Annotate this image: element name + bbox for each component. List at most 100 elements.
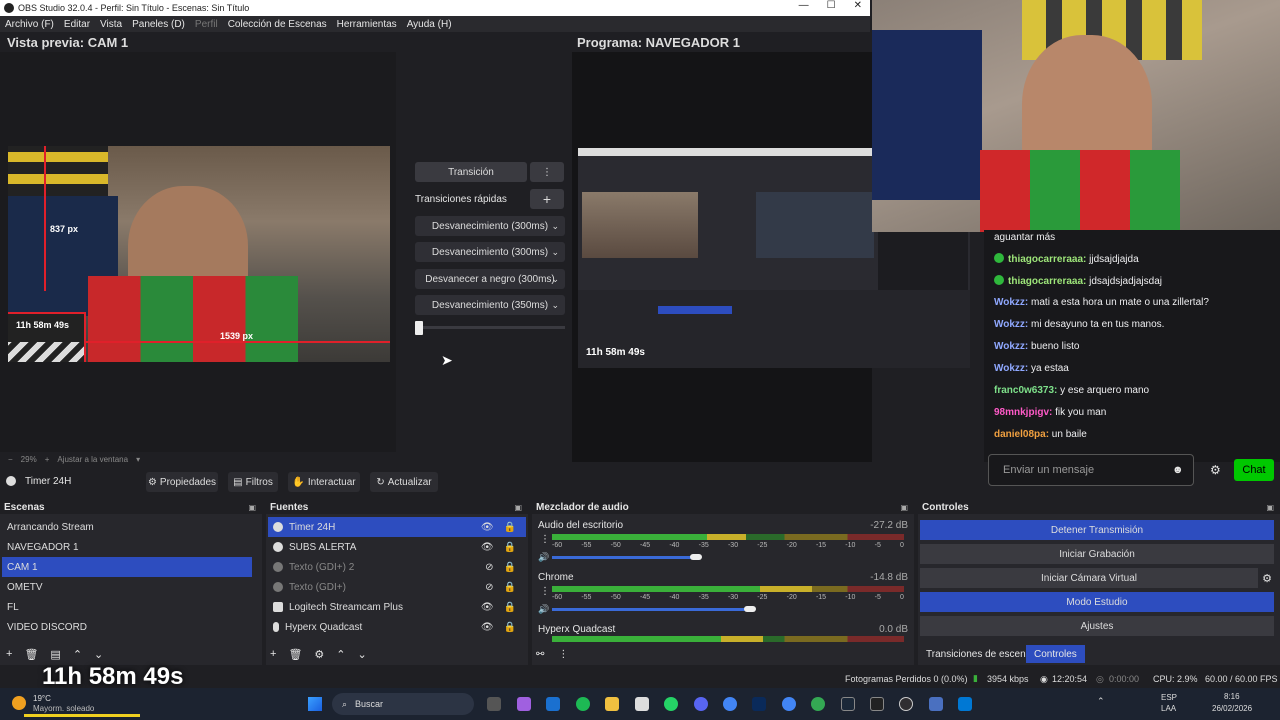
menu-ayuda[interactable]: Ayuda (H)	[407, 19, 452, 30]
zoom-out-button[interactable]: −	[8, 455, 13, 464]
lock-icon[interactable]: 🔒	[504, 582, 516, 593]
stop-stream-button[interactable]: Detener Transmisión	[920, 520, 1274, 540]
transition-menu-button[interactable]: ⋮	[530, 162, 564, 182]
menu-vista[interactable]: Vista	[100, 19, 122, 30]
source-item[interactable]: SUBS ALERTA 👁 🔒	[268, 537, 526, 557]
quick-transition-1[interactable]: Desvanecimiento (300ms) ⌄	[415, 216, 565, 236]
lock-icon[interactable]: 🔒	[504, 542, 516, 553]
settings-button[interactable]: Ajustes	[920, 616, 1274, 636]
copilot-icon[interactable]	[517, 697, 531, 711]
minimize-button[interactable]: —	[799, 0, 809, 11]
language-code[interactable]: ESP	[1161, 693, 1177, 702]
chrome-profile-2-icon[interactable]	[811, 697, 825, 711]
studio-mode-button[interactable]: Modo Estudio	[920, 592, 1274, 612]
menu-editar[interactable]: Editar	[64, 19, 90, 30]
interact-button[interactable]: ✋ Interactuar	[288, 472, 360, 492]
speaker-icon[interactable]: 🔊	[538, 552, 549, 563]
chat-send-button[interactable]: Chat	[1234, 459, 1274, 481]
eye-off-icon[interactable]: ⊘	[485, 582, 493, 593]
volume-slider[interactable]	[552, 608, 750, 611]
clock-date[interactable]: 26/02/2026	[1212, 704, 1252, 713]
chevron-up-icon[interactable]: ⌃	[73, 648, 82, 661]
add-transition-button[interactable]: +	[530, 189, 564, 209]
windows-start-icon[interactable]	[308, 697, 322, 711]
eye-icon[interactable]: 👁	[481, 602, 494, 613]
source-item[interactable]: Logitech Streamcam Plus 👁 🔒	[268, 597, 526, 617]
menu-coleccion[interactable]: Colección de Escenas	[228, 19, 327, 30]
task-view-icon[interactable]	[487, 697, 501, 711]
tab-scene-transitions[interactable]: Transiciones de escena	[922, 645, 1035, 663]
undock-icon[interactable]: ▣	[1266, 503, 1274, 512]
tbar-handle[interactable]	[415, 321, 423, 335]
gear-icon[interactable]: ⚙	[314, 648, 324, 661]
zoom-in-button[interactable]: +	[45, 455, 50, 464]
quick-transition-3[interactable]: Desvanecer a negro (300ms) ⌄	[415, 269, 565, 289]
spotify-icon[interactable]	[576, 697, 590, 711]
chevron-up-icon[interactable]: ⌃	[1097, 696, 1105, 707]
maximize-button[interactable]: ☐	[827, 0, 836, 11]
discord-icon[interactable]	[694, 697, 708, 711]
chat-username[interactable]: thiagocarreraaa:	[1008, 276, 1086, 287]
undock-icon[interactable]: ▣	[900, 503, 908, 512]
chat-username[interactable]: Wokzz:	[994, 341, 1028, 352]
chevron-down-icon[interactable]: ▾	[136, 455, 140, 464]
photoshop-icon[interactable]	[752, 697, 766, 711]
add-scene-icon[interactable]: +	[6, 648, 12, 661]
volume-slider-knob[interactable]	[744, 606, 756, 612]
obs-icon[interactable]	[899, 697, 913, 711]
chat-username[interactable]: Wokzz:	[994, 297, 1028, 308]
undock-icon[interactable]: ▣	[514, 503, 522, 512]
chevron-down-icon[interactable]: ⌄	[358, 648, 367, 661]
steam-icon[interactable]	[841, 697, 855, 711]
menu-herramientas[interactable]: Herramientas	[337, 19, 397, 30]
scene-item[interactable]: OMETV	[2, 577, 260, 597]
whatsapp-icon[interactable]	[664, 697, 678, 711]
lock-icon[interactable]: 🔒	[504, 562, 516, 573]
menu-paneles[interactable]: Paneles (D)	[132, 19, 185, 30]
properties-button[interactable]: ⚙ Propiedades	[146, 472, 218, 492]
source-item[interactable]: Texto (GDI+) ⊘ 🔒	[268, 577, 526, 597]
chat-username[interactable]: franc0w6373:	[994, 385, 1057, 396]
chevron-down-icon[interactable]: ⌄	[94, 648, 103, 661]
chat-username[interactable]: Wokzz:	[994, 319, 1028, 330]
preview-scene-image[interactable]: 837 px 1539 px 11h 58m 49s	[8, 146, 390, 362]
chrome-profile-icon[interactable]	[782, 697, 796, 711]
tbar-slider[interactable]	[415, 326, 565, 329]
eye-icon[interactable]: 👁	[481, 522, 494, 533]
trash-icon[interactable]: 🗑	[24, 648, 38, 661]
add-source-icon[interactable]: +	[270, 648, 276, 661]
lock-icon[interactable]: 🔒	[504, 622, 516, 633]
refresh-button[interactable]: ↻ Actualizar	[370, 472, 438, 492]
chat-username[interactable]: daniel08pa:	[994, 429, 1049, 440]
chat-username[interactable]: Wokzz:	[994, 363, 1028, 374]
folder-icon[interactable]	[605, 697, 619, 711]
quick-transition-4[interactable]: Desvanecimiento (350ms) ⌄	[415, 295, 565, 315]
clock-time[interactable]: 8:16	[1224, 692, 1240, 701]
scene-item[interactable]: Arrancando Stream	[2, 517, 260, 537]
chat-message-input[interactable]: Enviar un mensaje	[988, 454, 1194, 486]
menu-perfil[interactable]: Perfil	[195, 19, 218, 30]
lock-icon[interactable]: 🔒	[504, 602, 516, 613]
file-icon[interactable]	[635, 697, 649, 711]
link-icon[interactable]: ⚯	[536, 649, 544, 660]
filters-button[interactable]: ▤ Filtros	[228, 472, 278, 492]
eye-off-icon[interactable]: ⊘	[485, 562, 493, 573]
taskbar-search[interactable]: ⌕ Buscar	[332, 693, 474, 715]
scene-item[interactable]: FL	[2, 597, 260, 617]
close-button[interactable]: ✕	[854, 0, 862, 11]
source-item[interactable]: Hyperx Quadcast 👁 🔒	[268, 617, 526, 637]
emoji-icon[interactable]: ☻	[1172, 464, 1184, 476]
chat-username[interactable]: 98mnkjpigv:	[994, 407, 1052, 418]
filter-icon[interactable]: ▤	[50, 648, 60, 661]
more-vertical-icon[interactable]: ⋮	[540, 586, 550, 597]
transition-button[interactable]: Transición	[415, 162, 527, 182]
app-icon[interactable]	[958, 697, 972, 711]
menu-archivo[interactable]: Archivo (F)	[5, 19, 54, 30]
tab-controls[interactable]: Controles	[1026, 645, 1085, 663]
lock-icon[interactable]: 🔒	[504, 522, 516, 533]
scene-item[interactable]: VIDEO DISCORD	[2, 617, 260, 637]
eye-icon[interactable]: 👁	[481, 542, 494, 553]
undock-icon[interactable]: ▣	[248, 503, 256, 512]
more-vertical-icon[interactable]: ⋮	[540, 534, 550, 545]
timer-source-box[interactable]: 11h 58m 49s	[8, 312, 86, 362]
